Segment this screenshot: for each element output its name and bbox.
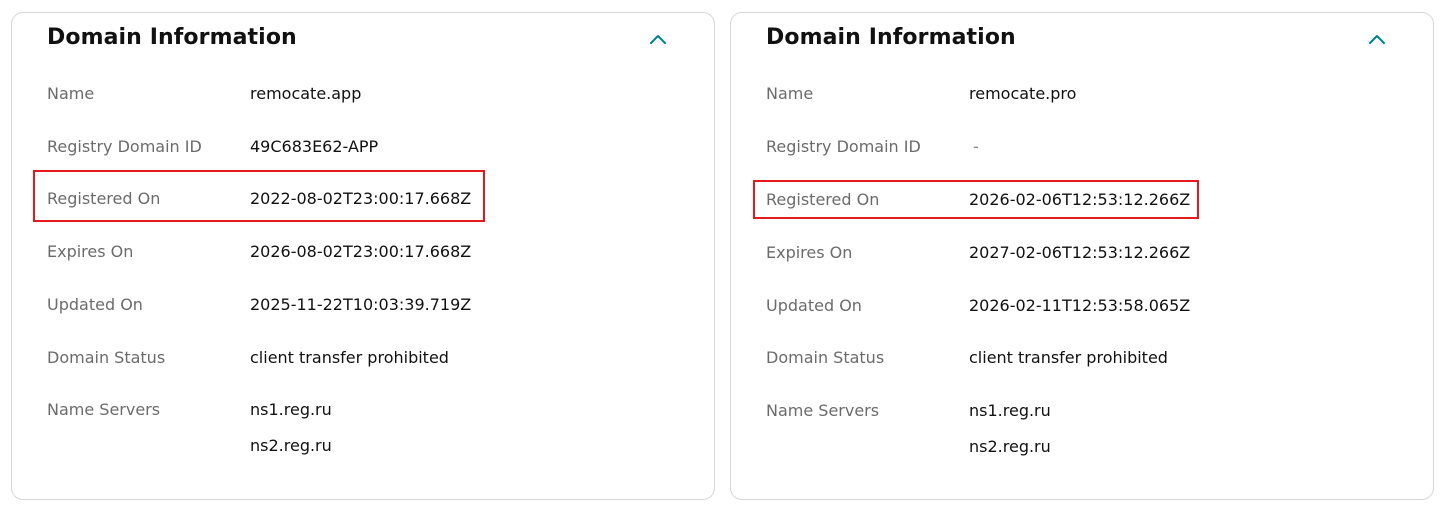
name-value: remocate.app (250, 84, 362, 103)
registry-domain-id-value: 49C683E62-APP (250, 137, 379, 156)
collapse-button[interactable] (646, 27, 670, 51)
expires-on-value: 2027-02-06T12:53:12.266Z (969, 243, 1191, 262)
registry-domain-id-label: Registry Domain ID (766, 137, 921, 156)
expires-on-label: Expires On (766, 243, 853, 262)
name-servers-list: ns1.reg.ru ns2.reg.ru (969, 401, 1051, 473)
registered-on-label: Registered On (47, 189, 161, 208)
expires-on-label: Expires On (47, 242, 134, 261)
name-server-item: ns2.reg.ru (250, 436, 332, 455)
collapse-button[interactable] (1365, 27, 1389, 51)
registered-on-value: 2022-08-02T23:00:17.668Z (250, 189, 472, 208)
registry-domain-id-value: - (973, 137, 979, 156)
name-server-item: ns2.reg.ru (969, 437, 1051, 456)
name-label: Name (766, 84, 814, 103)
updated-on-value: 2026-02-11T12:53:58.065Z (969, 296, 1191, 315)
name-servers-label: Name Servers (766, 401, 880, 420)
name-server-item: ns1.reg.ru (969, 401, 1051, 420)
updated-on-value: 2025-11-22T10:03:39.719Z (250, 295, 472, 314)
registry-domain-id-label: Registry Domain ID (47, 137, 202, 156)
expires-on-value: 2026-08-02T23:00:17.668Z (250, 242, 472, 261)
chevron-up-icon (1369, 35, 1385, 44)
domain-info-card-1: Domain Information Name remocate.app Reg… (11, 12, 715, 500)
updated-on-label: Updated On (47, 295, 143, 314)
name-value: remocate.pro (969, 84, 1077, 103)
domain-status-value: client transfer prohibited (250, 348, 449, 367)
card-title: Domain Information (766, 25, 1016, 50)
domain-info-card-2: Domain Information Name remocate.pro Reg… (730, 12, 1434, 500)
domain-status-label: Domain Status (47, 348, 166, 367)
name-servers-list: ns1.reg.ru ns2.reg.ru (250, 400, 332, 472)
updated-on-label: Updated On (766, 296, 862, 315)
registered-on-value: 2026-02-06T12:53:12.266Z (969, 190, 1191, 209)
name-servers-label: Name Servers (47, 400, 161, 419)
name-label: Name (47, 84, 95, 103)
domain-status-label: Domain Status (766, 348, 885, 367)
chevron-up-icon (650, 35, 666, 44)
registered-on-label: Registered On (766, 190, 880, 209)
card-title: Domain Information (47, 25, 297, 50)
name-server-item: ns1.reg.ru (250, 400, 332, 419)
domain-status-value: client transfer prohibited (969, 348, 1168, 367)
